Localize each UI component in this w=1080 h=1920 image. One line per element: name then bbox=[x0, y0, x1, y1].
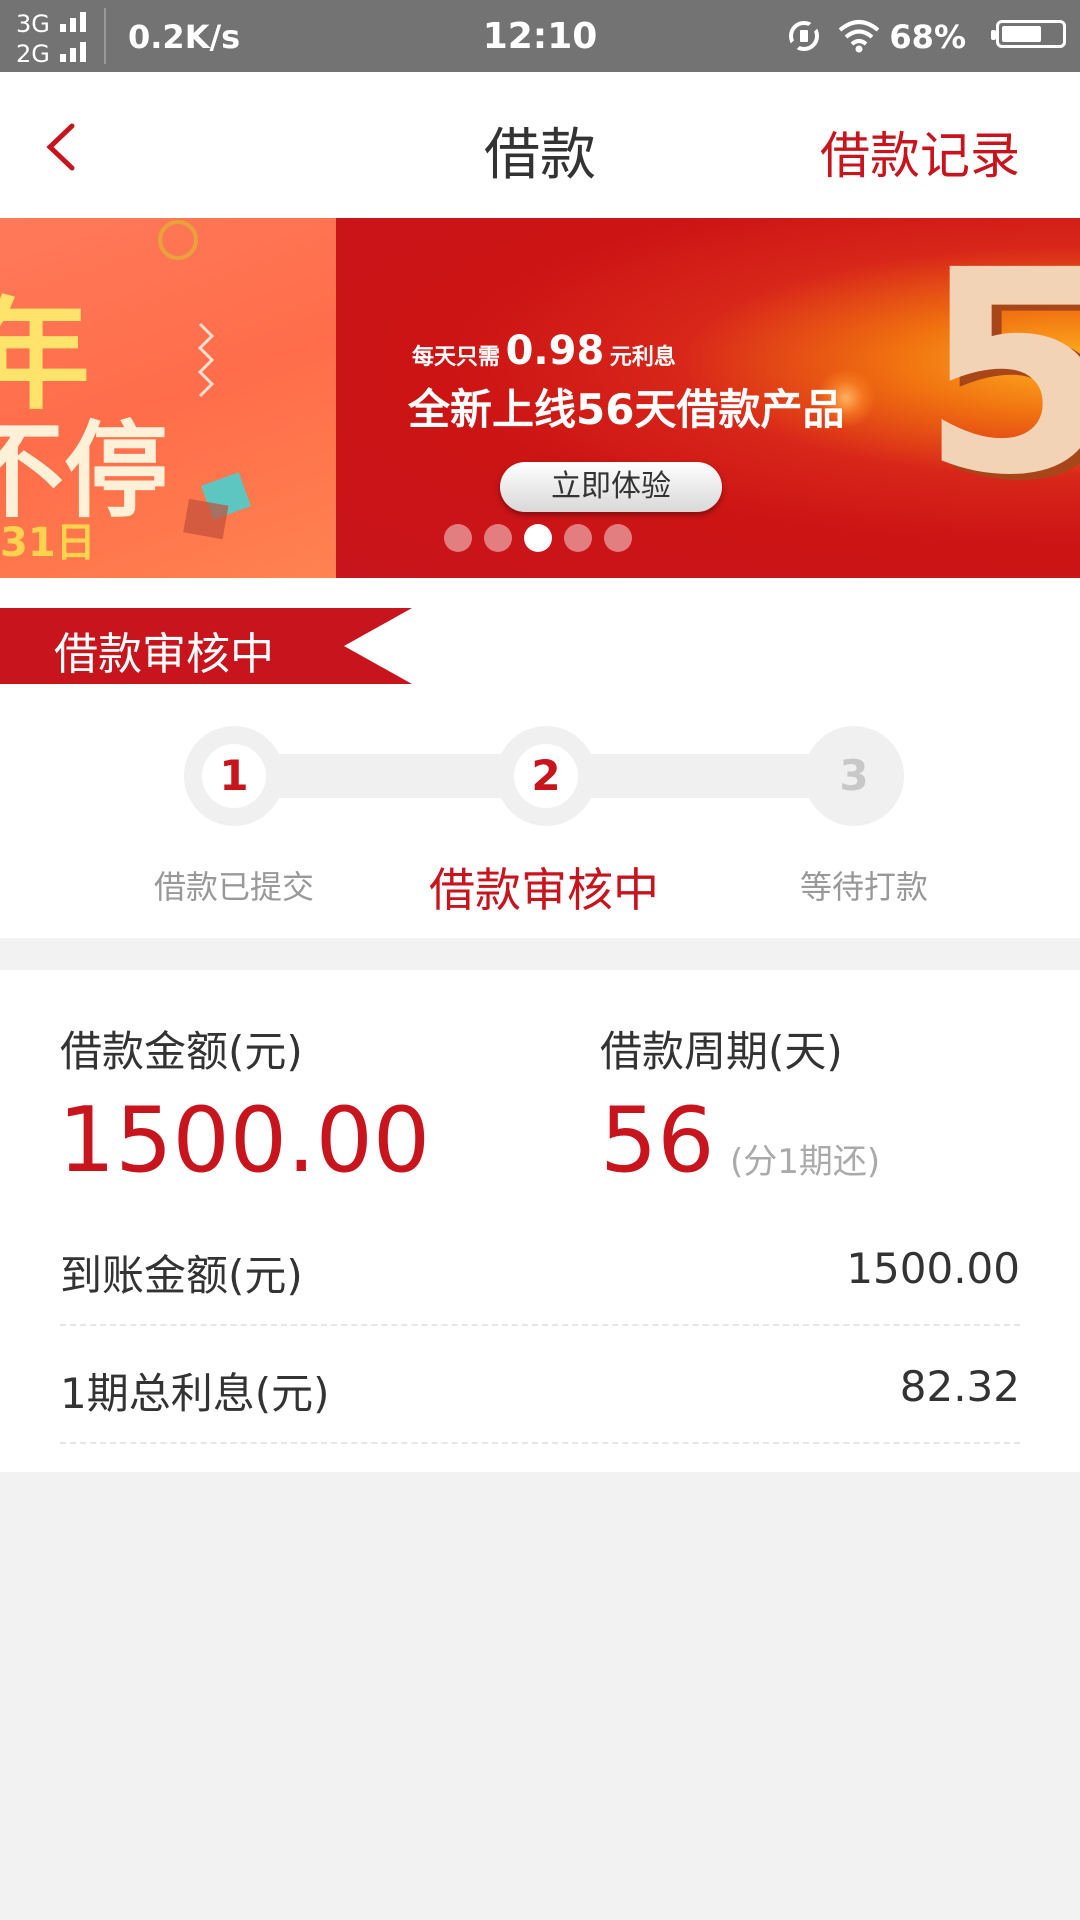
step-2-label: 借款审核中 bbox=[429, 863, 659, 917]
progress-steps: 1 2 3 bbox=[184, 726, 904, 826]
step-1-indicator: 1 bbox=[184, 726, 284, 826]
step-1-label: 借款已提交 bbox=[153, 868, 314, 906]
loan-period-value: 56 bbox=[600, 1088, 715, 1193]
loan-status-card: 借款审核中 1 2 3 借款已提交 借款审核中 等待打款 bbox=[0, 578, 1080, 938]
total-interest-label: 1期总利息(元) bbox=[60, 1369, 330, 1418]
carousel-dot-5[interactable] bbox=[604, 524, 632, 552]
banner-headline: 全新上线56天借款产品 bbox=[408, 385, 845, 434]
nav-header: 借款 借款记录 bbox=[0, 72, 1080, 218]
status-ribbon-label: 借款审核中 bbox=[54, 629, 274, 680]
loan-amount-value: 1500.00 bbox=[58, 1088, 431, 1193]
loan-records-link[interactable]: 借款记录 bbox=[820, 116, 1020, 188]
carousel-dot-3[interactable] bbox=[524, 524, 552, 552]
step-3-indicator: 3 bbox=[804, 726, 904, 826]
total-interest-value: 82.32 bbox=[899, 1362, 1020, 1411]
received-amount-value: 1500.00 bbox=[846, 1244, 1020, 1293]
wifi-icon bbox=[838, 20, 880, 53]
rotation-lock-icon bbox=[789, 21, 819, 51]
received-amount-row: 到账金额(元) 1500.00 bbox=[60, 1206, 1020, 1326]
step-3-label: 等待打款 bbox=[799, 868, 928, 906]
received-amount-label: 到账金额(元) bbox=[60, 1251, 303, 1300]
total-interest-row: 1期总利息(元) 82.32 bbox=[60, 1324, 1020, 1444]
banner-big-number: 56 bbox=[920, 218, 1080, 537]
carousel-dot-4[interactable] bbox=[564, 524, 592, 552]
loan-period-note: (分1期还) bbox=[730, 1142, 881, 1182]
battery-icon bbox=[991, 20, 1066, 48]
step-2-indicator: 2 bbox=[496, 726, 596, 826]
status-bar: 3G 2G 0.2K/s 12:10 68% bbox=[0, 0, 1080, 72]
carousel-dot-1[interactable] bbox=[444, 524, 472, 552]
loan-amount-label: 借款金额(元) bbox=[60, 1027, 303, 1076]
try-now-button[interactable]: 立即体验 bbox=[500, 462, 722, 512]
carousel-dot-2[interactable] bbox=[484, 524, 512, 552]
battery-percent: 68% bbox=[889, 18, 966, 56]
zigzag-decoration-icon bbox=[197, 322, 215, 398]
loan-details-card: 借款金额(元) 1500.00 借款周期(天) 56 (分1期还) 到账金额(元… bbox=[0, 970, 1080, 1472]
banner-left-date: 31日 bbox=[0, 520, 96, 566]
promo-banner[interactable]: 年 不停 31日 每天只需 0.98 元利息 全新上线56天借款产品 立即体验 … bbox=[0, 218, 1080, 578]
banner-interest-line: 每天只需 0.98 元利息 bbox=[412, 328, 676, 374]
banner-slide-previous[interactable]: 年 不停 31日 bbox=[0, 218, 336, 578]
loan-period-label: 借款周期(天) bbox=[600, 1027, 843, 1076]
gift-box-icon bbox=[183, 472, 251, 540]
ring-decoration-icon bbox=[158, 220, 198, 260]
